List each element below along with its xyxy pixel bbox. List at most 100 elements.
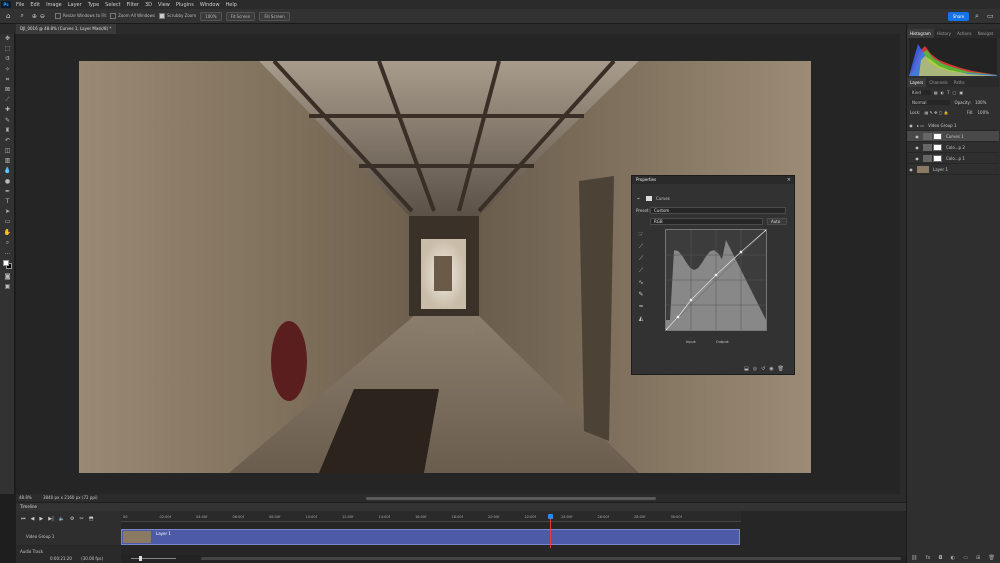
- eye-icon[interactable]: ◉: [913, 156, 921, 161]
- heal-icon[interactable]: ✚: [0, 105, 15, 115]
- menu-layer[interactable]: Layer: [68, 2, 82, 8]
- play-icon[interactable]: ▶: [39, 516, 43, 522]
- menu-filter[interactable]: Filter: [127, 2, 139, 8]
- pen-icon[interactable]: ✒: [0, 187, 15, 197]
- trash-icon[interactable]: 🗑: [988, 555, 994, 561]
- screen-mode-icon[interactable]: ▣: [0, 282, 15, 292]
- menu-window[interactable]: Window: [200, 2, 220, 8]
- timeline-ruler[interactable]: 00 02:00f 04:00f 06:00f 08:00f 10:00f 12:00f 14…: [121, 511, 741, 522]
- curves-graph[interactable]: [664, 228, 768, 332]
- brush-icon[interactable]: ✎: [0, 116, 15, 126]
- layer-row[interactable]: ◉ ▸ ▭ Video Group 1: [907, 120, 999, 131]
- clip-to-layer-icon[interactable]: ⬓: [744, 366, 749, 372]
- layer-row[interactable]: ◉ Colo...p 2: [907, 142, 999, 153]
- layer-row[interactable]: ◉ Curves 1: [907, 131, 999, 142]
- visibility-icon[interactable]: ◉: [769, 366, 773, 372]
- first-frame-icon[interactable]: ⏮: [21, 516, 26, 522]
- path-select-icon[interactable]: ➤: [0, 207, 15, 217]
- black-point-eyedropper-icon[interactable]: ⟋: [637, 243, 645, 251]
- curve-point[interactable]: [714, 273, 718, 277]
- zoom-tool-icon[interactable]: ⌕: [20, 12, 23, 20]
- share-button[interactable]: Share: [948, 12, 969, 21]
- next-frame-icon[interactable]: ▶|: [48, 516, 54, 522]
- history-brush-icon[interactable]: ↶: [0, 136, 15, 146]
- dodge-icon[interactable]: ●: [0, 177, 15, 187]
- crop-icon[interactable]: ⌗: [0, 75, 15, 85]
- white-point-eyedropper-icon[interactable]: ⟋: [637, 267, 645, 275]
- filter-kind-select[interactable]: Kind: [910, 89, 931, 95]
- audio-track[interactable]: Audio Track 0:00:21:20 (30.00 fps): [16, 546, 121, 563]
- menu-plugins[interactable]: Plugins: [176, 2, 194, 8]
- foreground-color-swatch[interactable]: [3, 260, 9, 267]
- new-group-icon[interactable]: ▭: [963, 555, 968, 561]
- menu-3d[interactable]: 3D: [145, 2, 152, 8]
- tab-actions[interactable]: Actions: [954, 29, 975, 38]
- workspace-icon[interactable]: ▭: [987, 12, 994, 20]
- scrubby-zoom-checkbox[interactable]: Scrubby Zoom: [159, 13, 196, 19]
- resize-windows-checkbox[interactable]: Resize Windows to Fit: [55, 13, 106, 19]
- menu-type[interactable]: Type: [88, 2, 99, 8]
- menu-edit[interactable]: Edit: [30, 2, 40, 8]
- video-group-track[interactable]: Video Group 1: [16, 529, 121, 545]
- horizontal-scrollbar[interactable]: [366, 497, 656, 500]
- tab-history[interactable]: History: [934, 29, 954, 38]
- fit-screen-button[interactable]: Fit Screen: [225, 11, 256, 21]
- gradient-icon[interactable]: ▥: [0, 156, 15, 166]
- preset-select[interactable]: Custom: [650, 207, 786, 214]
- shape-icon[interactable]: ▭: [0, 217, 15, 227]
- search-icon[interactable]: ⌕: [975, 12, 979, 21]
- zoom-readout[interactable]: 48.8%: [19, 495, 32, 500]
- filter-adjust-icon[interactable]: ◐: [941, 90, 945, 95]
- view-previous-icon[interactable]: ◎: [753, 366, 757, 372]
- lock-icons[interactable]: ▦ ✎ ✥ ▢ 🔒: [924, 110, 948, 115]
- close-icon[interactable]: ×: [787, 177, 791, 183]
- document-tab[interactable]: DJI_0016 @ 48.8% (Curves 1, Layer Mask/8…: [16, 24, 116, 34]
- add-mask-icon[interactable]: ◘: [939, 555, 943, 561]
- fill-field[interactable]: 100%: [978, 110, 989, 115]
- curve-point[interactable]: [664, 328, 668, 332]
- curve-point-icon[interactable]: ∿: [637, 279, 645, 287]
- curve-point[interactable]: [764, 228, 768, 232]
- timeline-scrollbar[interactable]: [201, 557, 901, 560]
- hand-icon[interactable]: ✋: [0, 228, 15, 238]
- tab-paths[interactable]: Paths: [951, 78, 968, 87]
- eye-icon[interactable]: ◉: [913, 145, 921, 150]
- blur-icon[interactable]: 💧: [0, 166, 15, 176]
- link-icon[interactable]: ⛓: [911, 555, 917, 561]
- reset-icon[interactable]: ↺: [761, 366, 765, 372]
- curve-point[interactable]: [739, 250, 743, 254]
- prev-frame-icon[interactable]: ◀: [31, 516, 35, 522]
- zoom-icon[interactable]: ⌕: [0, 238, 15, 248]
- split-icon[interactable]: ✂: [79, 516, 83, 522]
- menu-view[interactable]: View: [158, 2, 170, 8]
- zoom-in-icon[interactable]: ⊕: [32, 13, 37, 20]
- menu-image[interactable]: Image: [46, 2, 62, 8]
- tab-histogram[interactable]: Histogram: [907, 29, 934, 38]
- playhead-handle[interactable]: [548, 514, 553, 519]
- layer-mask-thumbnail[interactable]: [933, 154, 942, 162]
- eye-icon[interactable]: ◉: [913, 134, 921, 139]
- more-icon[interactable]: …: [0, 248, 15, 258]
- filter-smart-icon[interactable]: ▣: [959, 90, 963, 95]
- type-icon[interactable]: T: [0, 197, 15, 207]
- filter-pixel-icon[interactable]: ▦: [934, 90, 938, 95]
- menu-help[interactable]: Help: [226, 2, 237, 8]
- mask-icon[interactable]: [646, 196, 652, 201]
- home-icon[interactable]: ⌂: [6, 12, 10, 20]
- target-adjust-icon[interactable]: ☞: [637, 231, 645, 239]
- clipping-warning-icon[interactable]: ◭: [637, 315, 645, 323]
- zoom-all-checkbox[interactable]: Zoom All Windows: [110, 13, 155, 19]
- auto-button[interactable]: Auto: [767, 218, 787, 225]
- eyedropper-icon[interactable]: ⟋: [0, 95, 15, 105]
- zoom-100-button[interactable]: 100%: [200, 11, 222, 21]
- new-adjustment-icon[interactable]: ◐: [951, 555, 955, 561]
- tab-channels[interactable]: Channels: [926, 78, 951, 87]
- curve-point[interactable]: [689, 298, 693, 302]
- fill-screen-button[interactable]: Fill Screen: [259, 11, 290, 21]
- delete-icon[interactable]: 🗑: [778, 366, 784, 372]
- stamp-icon[interactable]: ♜: [0, 126, 15, 136]
- move-icon[interactable]: ✥: [0, 34, 15, 44]
- eye-icon[interactable]: ◉: [907, 167, 915, 172]
- gray-point-eyedropper-icon[interactable]: ⟋: [637, 255, 645, 263]
- audio-icon[interactable]: 🔈: [59, 516, 65, 522]
